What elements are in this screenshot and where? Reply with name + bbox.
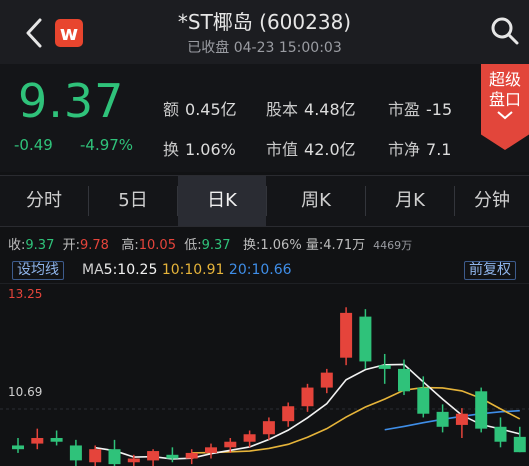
candle-up (205, 447, 217, 453)
quote-field-pb: 市净 7.1 (388, 140, 452, 159)
search-icon[interactable] (490, 16, 520, 46)
candle-down (513, 436, 526, 453)
volume-value: 4.71万 (323, 238, 366, 253)
candle-up (301, 387, 314, 407)
ma20-value: 10.66 (251, 262, 292, 278)
candle-up (185, 452, 198, 459)
quote-field-market-cap: 市值 42.0亿 (266, 140, 356, 159)
price-change-percent: -4.97% (80, 136, 134, 154)
ma10-value: 10.91 (184, 262, 225, 278)
stock-title: *ST椰岛 (600238) (177, 10, 352, 34)
candle-down (108, 449, 121, 465)
tab-daily-k[interactable]: 日K (178, 176, 266, 226)
low-value: 9.37 (201, 238, 231, 253)
candle-up (262, 421, 275, 435)
y-axis-label-high: 13.25 (8, 287, 42, 301)
header-bar: w *ST椰岛 (600238) 已收盘 04-23 15:00:03 (0, 0, 529, 64)
chart-period-tabs: 分时 5日 日K 周K 月K 分钟 (0, 175, 529, 227)
y-axis-label-mid: 10.69 (8, 385, 42, 399)
price-change: -0.49 (14, 136, 53, 154)
candle-down (398, 368, 410, 392)
close-value: 9.37 (25, 238, 55, 253)
candlestick-chart[interactable]: 13.25 10.69 (0, 283, 529, 466)
candle-down (166, 454, 179, 459)
current-price: 9.37 (18, 74, 125, 128)
set-ma-button[interactable]: 设均线 (12, 261, 64, 280)
candle-up (340, 312, 353, 358)
market-status: 已收盘 04-23 15:00:03 (187, 40, 342, 56)
candle-down (417, 387, 430, 414)
tab-weekly-k[interactable]: 周K (267, 176, 365, 226)
candle-down (50, 437, 63, 442)
ohlc-summary: 收:9.37 开:9.78 高:10.05 低:9.37 换:1.06% 量:4… (8, 238, 413, 253)
ma5-value: 10.25 (117, 262, 158, 278)
chevron-down-icon (497, 111, 513, 120)
amount-value: 4469万 (373, 239, 413, 252)
candle-up (224, 441, 237, 448)
tab-intraday[interactable]: 分时 (0, 176, 88, 226)
quote-field-pe: 市盈 -15 (388, 100, 453, 119)
candle-up (455, 413, 468, 425)
candle-up (31, 437, 44, 444)
candle-up (147, 451, 160, 461)
candle-down (494, 426, 507, 442)
candle-down (69, 445, 82, 461)
ma-values: MA5:10.25 10:10.91 20:10.66 (82, 262, 292, 278)
quote-field-amount: 额 0.45亿 (163, 100, 237, 119)
candle-up (320, 372, 333, 388)
turnover-value: 1.06% (260, 238, 302, 253)
candle-up (127, 458, 140, 463)
quote-field-shares: 股本 4.48亿 (266, 100, 356, 119)
tab-5day[interactable]: 5日 (89, 176, 177, 226)
candle-up (282, 406, 295, 422)
quote-field-turnover: 换 1.06% (163, 140, 236, 159)
candle-up (243, 434, 256, 442)
high-value: 10.05 (138, 238, 176, 253)
tab-monthly-k[interactable]: 月K (366, 176, 454, 226)
candle-down (436, 411, 449, 427)
price-adjust-button[interactable]: 前复权 (464, 261, 516, 280)
candle-down (359, 316, 372, 362)
candle-down (378, 365, 391, 369)
candle-down (12, 445, 24, 450)
candle-down (475, 391, 488, 429)
candle-up (89, 449, 102, 463)
super-order-book-button[interactable]: 超级盘口 (481, 64, 529, 150)
open-value: 9.78 (80, 238, 109, 253)
ma-legend-bar: 设均线 MA5:10.25 10:10.91 20:10.66 前复权 (0, 259, 529, 281)
tab-minute[interactable]: 分钟 (455, 176, 529, 226)
